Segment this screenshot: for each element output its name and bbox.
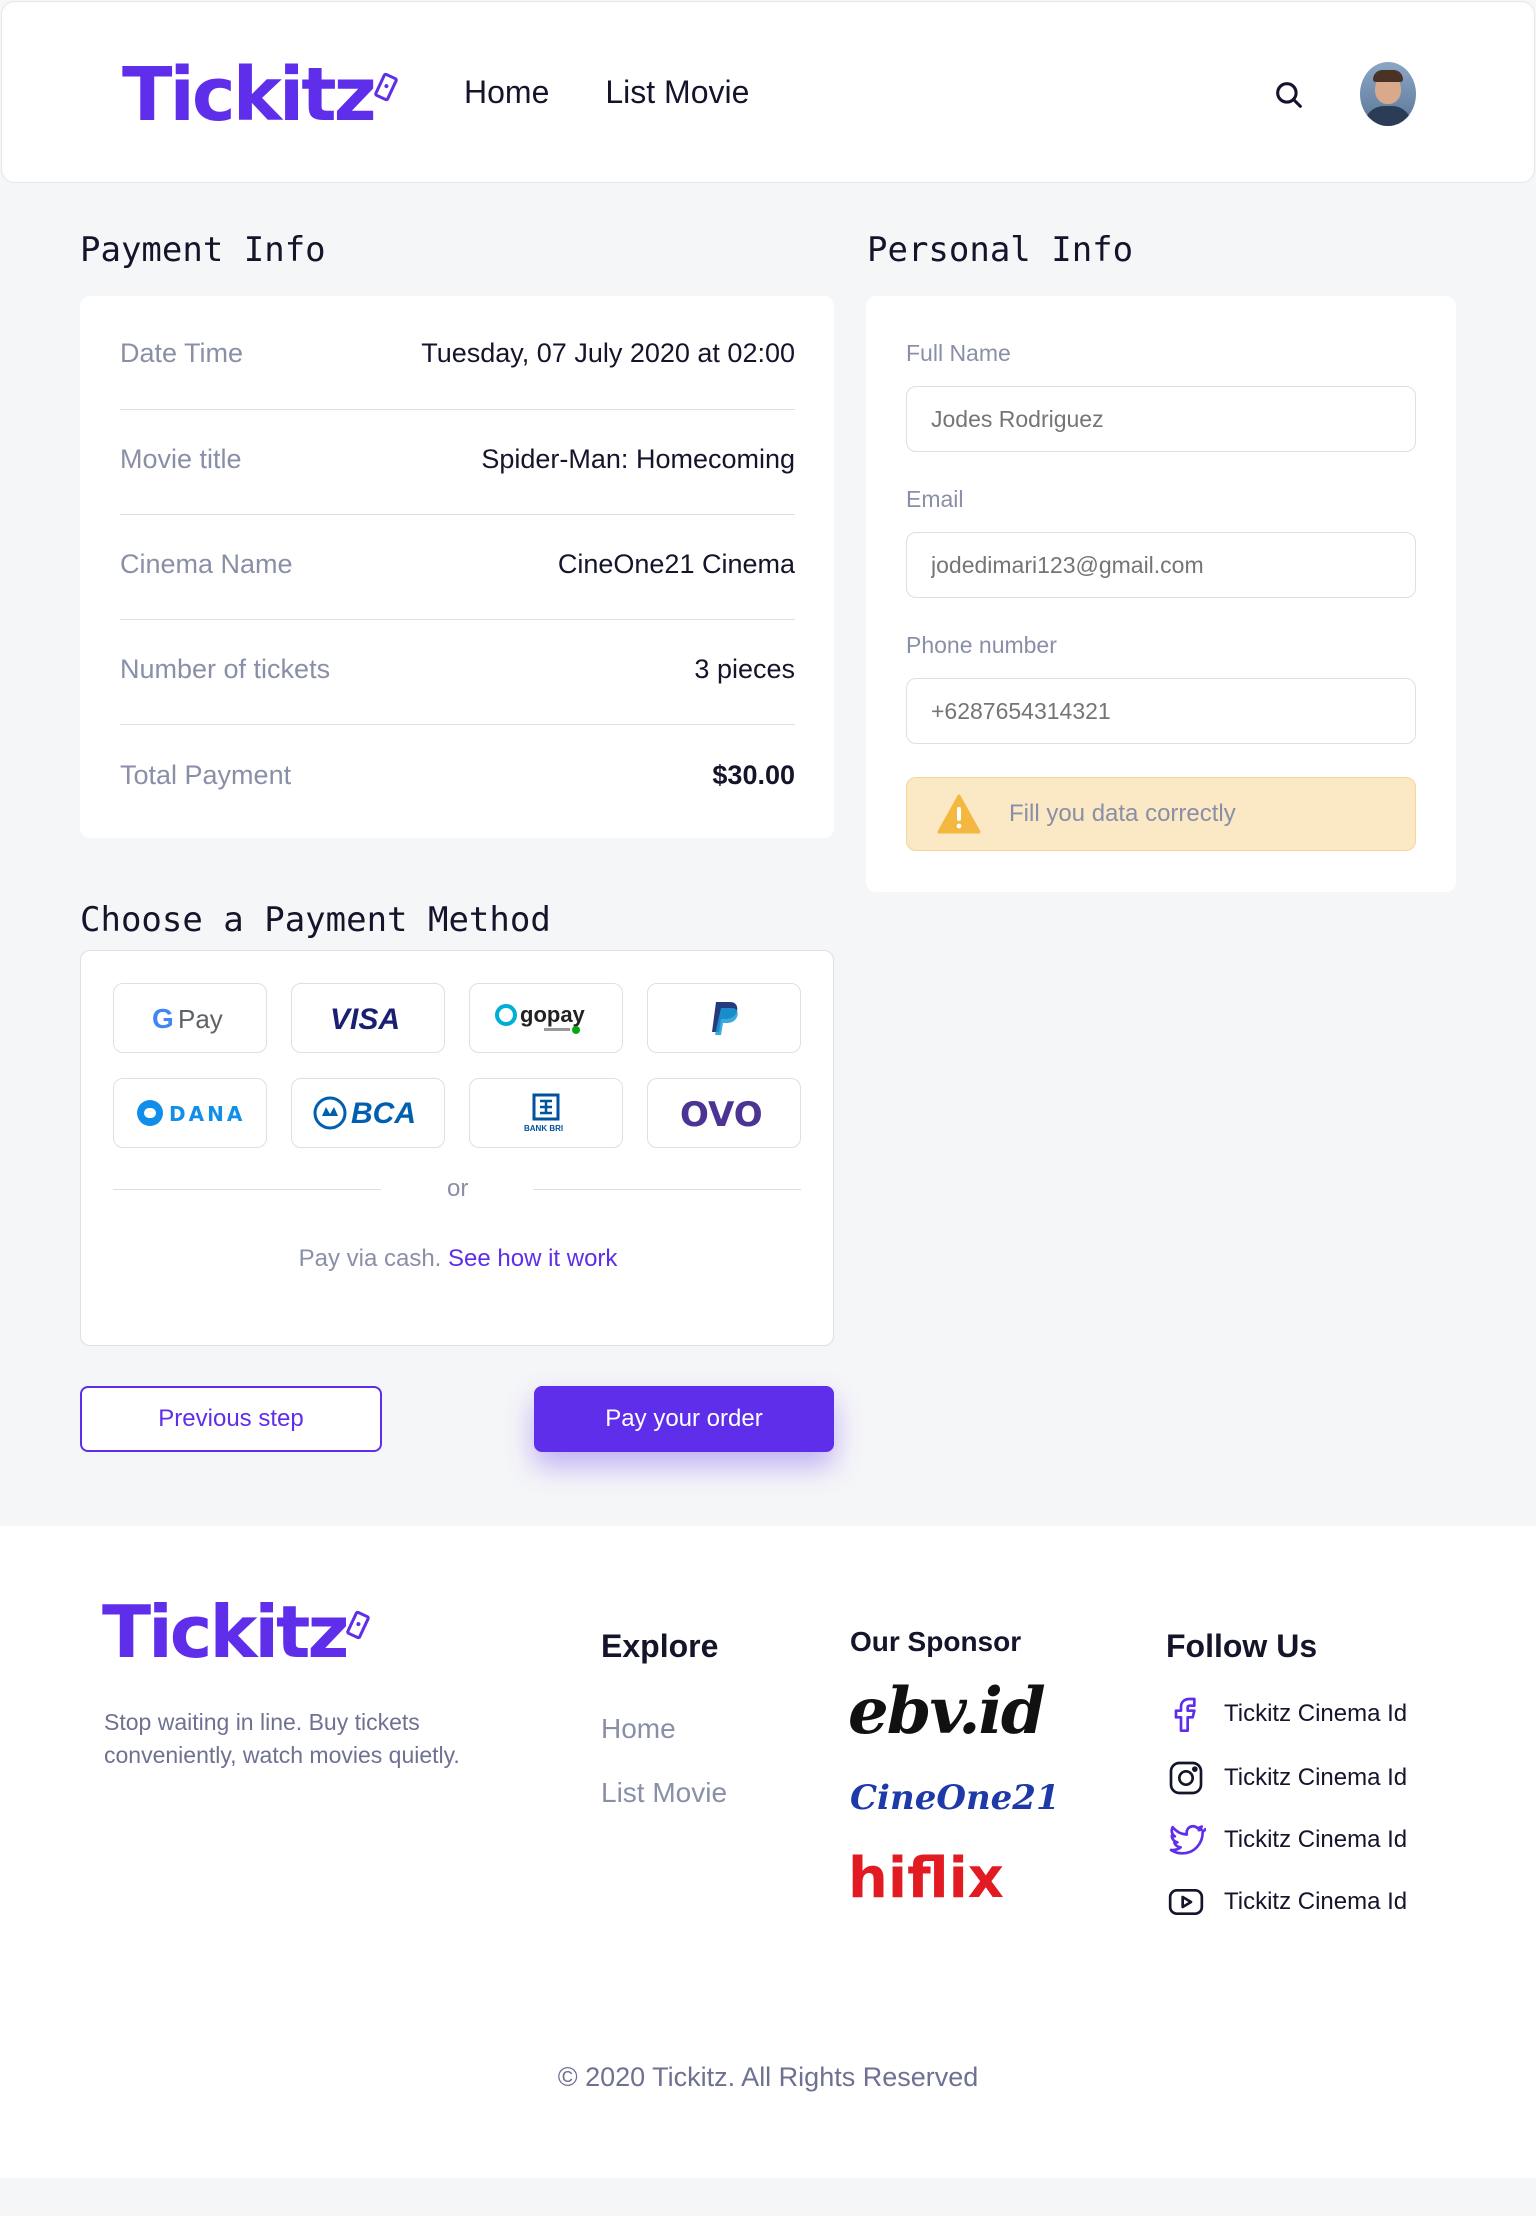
row-divider	[120, 619, 795, 620]
footer-link-list-movie[interactable]: List Movie	[601, 1777, 727, 1809]
svg-text:G: G	[152, 1003, 174, 1034]
row-label: Date Time	[120, 338, 244, 368]
ovo-logo-icon: OVO	[680, 1095, 763, 1133]
sponsor-ebvid[interactable]: ebv.id	[848, 1674, 1046, 1749]
facebook-icon	[1174, 1697, 1196, 1732]
search-icon[interactable]	[1272, 78, 1306, 112]
bri-logo-icon: BANK BRI	[524, 1093, 563, 1133]
visa-logo-icon: VISA	[330, 1003, 400, 1035]
social-facebook[interactable]: Tickitz Cinema Id	[1166, 1694, 1407, 1734]
main-nav: Home List Movie	[464, 74, 749, 111]
row-divider	[120, 409, 795, 410]
youtube-icon	[1168, 1889, 1204, 1915]
svg-text:VISA: VISA	[330, 1003, 400, 1035]
pay-via-cash: Pay via cash. See how it work	[81, 1245, 835, 1273]
row-label: Total Payment	[120, 760, 292, 790]
previous-step-button[interactable]: Previous step	[80, 1386, 382, 1452]
sponsor-title: Our Sponsor	[850, 1626, 1022, 1657]
sponsor-cineone21[interactable]: CineOne21	[850, 1778, 1060, 1818]
pay-order-button[interactable]: Pay your order	[534, 1386, 834, 1452]
social-twitter[interactable]: Tickitz Cinema Id	[1166, 1820, 1407, 1860]
social-label: Tickitz Cinema Id	[1224, 1764, 1408, 1791]
svg-text:BCA: BCA	[351, 1097, 416, 1130]
ovo-button[interactable]: OVO	[647, 1078, 801, 1148]
or-divider-right	[533, 1189, 801, 1190]
row-label: Cinema Name	[120, 549, 293, 579]
footer-logo[interactable]: Tickitz	[102, 1590, 372, 1674]
phone-field[interactable]	[906, 678, 1416, 744]
see-how-it-work-link[interactable]: See how it work	[448, 1245, 617, 1272]
social-label: Tickitz Cinema Id	[1224, 1888, 1408, 1915]
payment-row-movie: Movie title Spider-Man: Homecoming	[120, 444, 795, 475]
payment-info-card: Date Time Tuesday, 07 July 2020 at 02:00…	[80, 296, 834, 838]
footer-logo-text: Tickitz	[102, 1590, 349, 1674]
footer-link-home[interactable]: Home	[601, 1713, 676, 1745]
sponsor-hiflix[interactable]: hiflix	[848, 1846, 1004, 1911]
total-payment-value: $30.00	[712, 760, 795, 790]
twitter-icon	[1169, 1824, 1206, 1855]
paypal-button[interactable]	[647, 983, 801, 1053]
full-name-label: Full Name	[906, 340, 1011, 366]
row-divider	[120, 724, 795, 725]
payment-row-total: Total Payment $30.00	[120, 760, 795, 791]
nav-list-movie[interactable]: List Movie	[605, 74, 749, 111]
gopay-logo-icon: gopay	[495, 1002, 586, 1034]
svg-text:Pay: Pay	[178, 1004, 223, 1034]
row-value: CineOne21 Cinema	[557, 549, 795, 579]
email-field[interactable]	[906, 532, 1416, 598]
svg-text:gopay: gopay	[520, 1002, 586, 1027]
explore-title: Explore	[601, 1628, 719, 1664]
row-value: Tuesday, 07 July 2020 at 02:00	[421, 338, 795, 368]
top-header: Tickitz Home List Movie	[1, 1, 1535, 183]
warning-text: Fill you data correctly	[1009, 800, 1236, 827]
gpay-button[interactable]: G Pay	[113, 983, 267, 1053]
dana-logo-icon: DANA	[137, 1100, 245, 1126]
row-value: 3 pieces	[694, 654, 795, 684]
logo-text: Tickitz	[122, 52, 377, 138]
follow-us-title: Follow Us	[1166, 1628, 1318, 1664]
svg-text:BANK BRI: BANK BRI	[524, 1124, 563, 1133]
phone-label: Phone number	[906, 632, 1057, 658]
bri-button[interactable]: BANK BRI	[469, 1078, 623, 1148]
visa-button[interactable]: VISA	[291, 983, 445, 1053]
user-avatar[interactable]	[1360, 62, 1416, 126]
warning-alert: Fill you data correctly	[906, 777, 1416, 851]
cash-text: Pay via cash.	[298, 1245, 448, 1272]
copyright-text: © 2020 Tickitz. All Rights Reserved	[557, 2062, 979, 2092]
payment-method-card: G Pay VISA gopay DANA BCA BANK BRI OVO o…	[80, 950, 834, 1346]
svg-text:OVO: OVO	[680, 1095, 763, 1133]
gpay-logo-icon: G Pay	[152, 1003, 223, 1034]
bca-logo-icon: BCA	[313, 1096, 416, 1130]
or-text: or	[447, 1175, 469, 1202]
social-instagram[interactable]: Tickitz Cinema Id	[1166, 1758, 1407, 1798]
payment-method-title: Choose a Payment Method	[80, 900, 551, 940]
social-youtube[interactable]: Tickitz Cinema Id	[1166, 1882, 1407, 1922]
row-label: Movie title	[120, 444, 242, 474]
row-divider	[120, 514, 795, 515]
full-name-field[interactable]	[906, 386, 1416, 452]
row-label: Number of tickets	[120, 654, 331, 684]
social-label: Tickitz Cinema Id	[1224, 1826, 1408, 1853]
personal-info-title: Personal Info	[867, 230, 1134, 270]
warning-icon	[937, 794, 981, 834]
payment-row-cinema: Cinema Name CineOne21 Cinema	[120, 549, 795, 580]
payment-row-date: Date Time Tuesday, 07 July 2020 at 02:00	[120, 338, 795, 369]
payment-row-tickets: Number of tickets 3 pieces	[120, 654, 795, 685]
personal-info-card: Full Name Email Phone number Fill you da…	[866, 296, 1456, 892]
paypal-logo-icon	[712, 1002, 738, 1035]
row-value: Spider-Man: Homecoming	[481, 444, 795, 474]
dana-button[interactable]: DANA	[113, 1078, 267, 1148]
payment-info-title: Payment Info	[80, 230, 326, 270]
footer: Tickitz Stop waiting in line. Buy ticket…	[0, 1526, 1536, 2178]
tickitz-logo[interactable]: Tickitz	[122, 52, 399, 138]
gopay-button[interactable]: gopay	[469, 983, 623, 1053]
footer-tagline: Stop waiting in line. Buy tickets conven…	[104, 1709, 460, 1768]
nav-home[interactable]: Home	[464, 74, 549, 111]
bca-button[interactable]: BCA	[291, 1078, 445, 1148]
social-label: Tickitz Cinema Id	[1224, 1700, 1408, 1727]
instagram-icon	[1169, 1761, 1203, 1795]
svg-text:DANA: DANA	[169, 1102, 245, 1126]
email-label: Email	[906, 486, 964, 512]
or-divider-left	[113, 1189, 381, 1190]
